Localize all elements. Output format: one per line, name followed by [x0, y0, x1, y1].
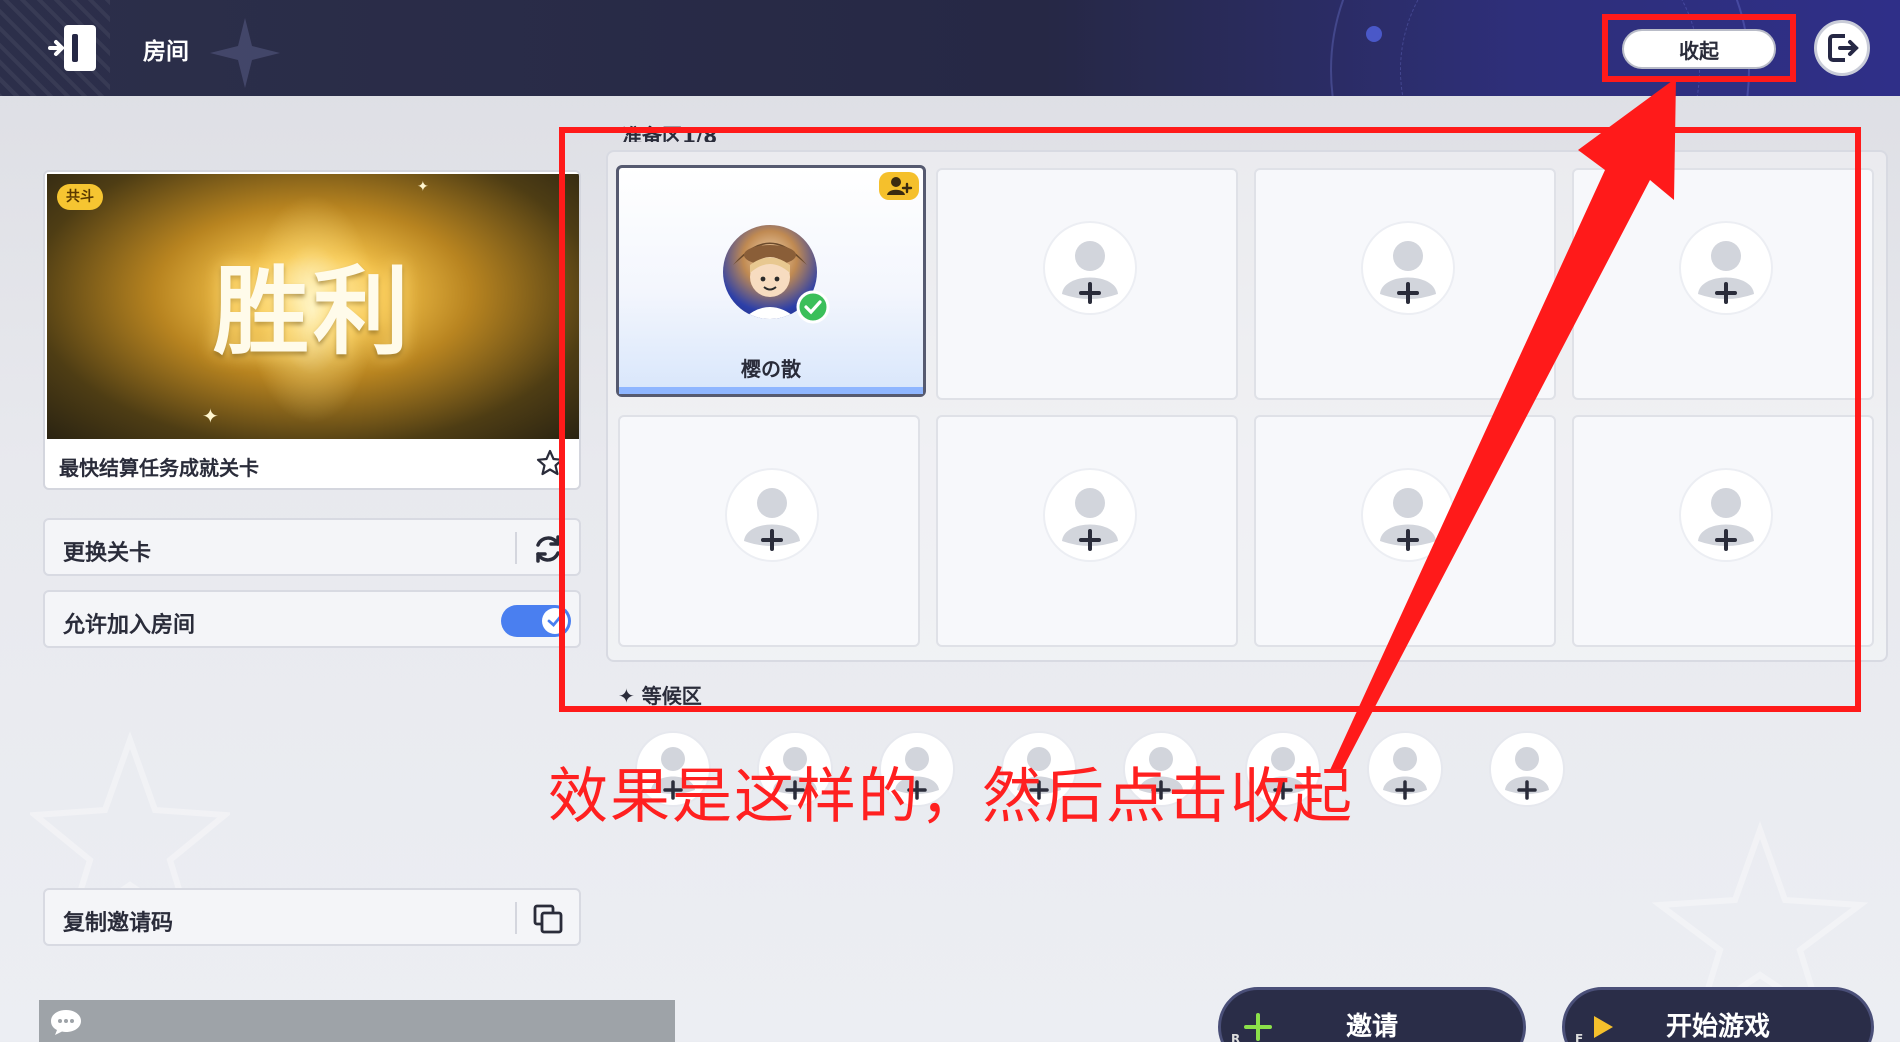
- copy-icon[interactable]: [531, 902, 565, 936]
- invite-button[interactable]: 邀请 R: [1218, 987, 1526, 1042]
- door-icon[interactable]: [46, 22, 100, 74]
- allow-join-label: 允许加入房间: [63, 613, 196, 638]
- invite-label: 邀请: [1345, 1012, 1398, 1042]
- banner-text: 胜利: [213, 256, 413, 368]
- header-star-decoration: [210, 18, 280, 88]
- invite-hotkey: R: [1231, 1032, 1241, 1042]
- change-level-row[interactable]: 更换关卡: [43, 518, 581, 576]
- start-game-button[interactable]: 开始游戏 F: [1562, 987, 1874, 1042]
- start-game-label: 开始游戏: [1665, 1012, 1770, 1042]
- waiting-slot-add-icon[interactable]: [1366, 730, 1444, 808]
- level-card[interactable]: 胜利 ✦ ✦ 共斗 最快结算任务成就关卡: [43, 170, 581, 490]
- waiting-slot-add-icon[interactable]: [1488, 730, 1566, 808]
- sparkle-icon: ✦: [202, 404, 219, 428]
- copy-invite-label: 复制邀请码: [63, 911, 174, 936]
- exit-room-button[interactable]: [1814, 20, 1870, 76]
- row-divider: [515, 902, 517, 934]
- exit-icon: [1828, 34, 1859, 62]
- level-banner-image: 胜利 ✦ ✦ 共斗: [47, 174, 579, 439]
- annotation-box-ready-area: [559, 127, 1861, 712]
- annotation-text: 效果是这样的，然后点击收起: [548, 762, 1354, 832]
- header-dot-decoration: [1366, 26, 1382, 42]
- level-name: 最快结算任务成就关卡: [59, 456, 259, 480]
- sparkle-icon: ✦: [417, 179, 429, 195]
- change-level-label: 更换关卡: [63, 541, 152, 566]
- start-hotkey: F: [1575, 1032, 1584, 1042]
- mode-tag: 共斗: [57, 184, 103, 210]
- copy-invite-row[interactable]: 复制邀请码: [43, 888, 581, 946]
- chat-bubble-icon[interactable]: [49, 1008, 83, 1036]
- page-title: 房间: [143, 39, 189, 65]
- annotation-box-collapse: [1602, 14, 1796, 82]
- allow-join-row: 允许加入房间: [43, 590, 581, 648]
- row-divider: [515, 532, 517, 564]
- chat-bar[interactable]: [39, 1000, 675, 1042]
